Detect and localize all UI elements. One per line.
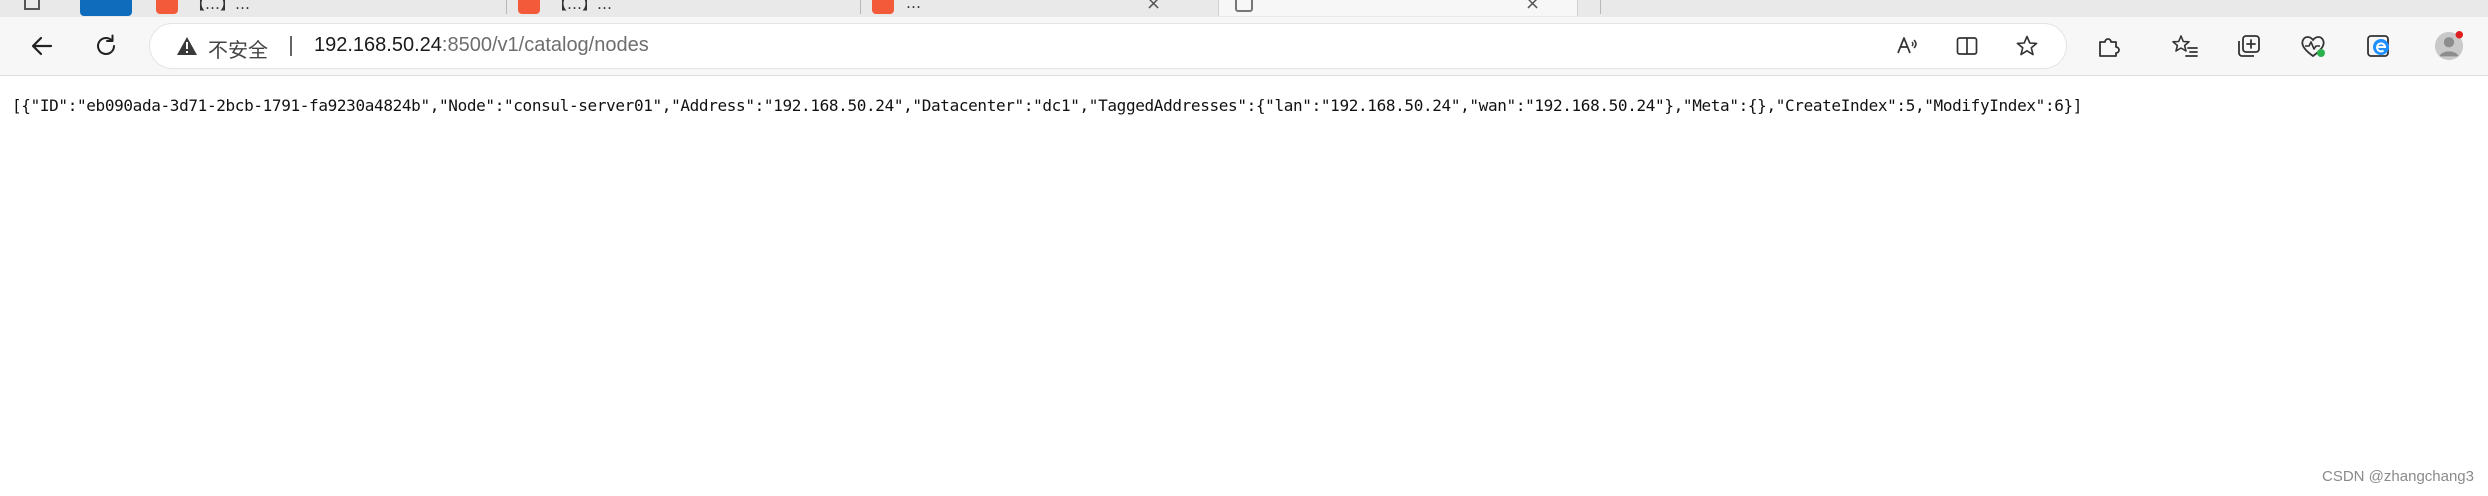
- browser-toolbar: 不安全 192.168.50.24:8500/v1/catalog/nodes: [0, 17, 2488, 76]
- favorites-button[interactable]: [2170, 31, 2200, 61]
- tab-1[interactable]: 【…】…: [146, 0, 506, 16]
- tab-3[interactable]: … ×: [862, 0, 1212, 16]
- url-text[interactable]: 192.168.50.24:8500/v1/catalog/nodes: [314, 34, 649, 57]
- warning-icon: [177, 37, 197, 55]
- url-host: 192.168.50.24: [314, 34, 442, 56]
- collections-button[interactable]: [2234, 31, 2264, 61]
- tab-1-title: 【…】…: [190, 0, 251, 13]
- profile-button[interactable]: [2434, 31, 2464, 61]
- tab-active-favicon-icon: [1235, 0, 1253, 12]
- json-response-text: [{"ID":"eb090ada-3d71-2bcb-1791-fa9230a4…: [12, 96, 2083, 115]
- tab-actions-icon: [24, 0, 40, 10]
- split-screen-button[interactable]: [1954, 33, 1980, 59]
- workspaces-button[interactable]: [80, 0, 132, 16]
- split-screen-icon: [1956, 37, 1978, 55]
- read-aloud-icon: [1897, 37, 1917, 54]
- read-aloud-button[interactable]: [1894, 33, 1920, 59]
- browser-essentials-button[interactable]: [2298, 31, 2328, 61]
- back-arrow-icon: [31, 36, 53, 56]
- tab-actions-button[interactable]: [0, 0, 60, 16]
- favorite-button[interactable]: [2014, 33, 2040, 59]
- edge-icon: [2367, 35, 2389, 57]
- url-path: :8500/v1/catalog/nodes: [441, 34, 649, 56]
- tab-2-title: 【…】…: [552, 0, 613, 13]
- extensions-button[interactable]: [2094, 31, 2124, 61]
- favorites-icon: [2172, 35, 2198, 57]
- tab-3-close-icon[interactable]: ×: [1146, 0, 1161, 14]
- collections-icon: [2238, 35, 2260, 57]
- tab-active-close-icon[interactable]: ×: [1525, 0, 1540, 14]
- security-label[interactable]: 不安全: [208, 34, 268, 63]
- csdn-favicon-icon: [872, 0, 894, 14]
- watermark: CSDN @zhangchang3: [2322, 468, 2474, 485]
- tab-3-title: …: [906, 0, 921, 12]
- csdn-favicon-icon: [518, 0, 540, 14]
- security-warning-button[interactable]: [176, 36, 198, 60]
- tab-strip: 【…】… 【…】… … × ×: [0, 0, 2488, 17]
- back-button[interactable]: [24, 28, 60, 64]
- avatar-icon: [2434, 31, 2464, 61]
- address-bar[interactable]: 不安全 192.168.50.24:8500/v1/catalog/nodes: [150, 24, 2066, 68]
- refresh-button[interactable]: [88, 28, 124, 64]
- star-icon: [2016, 35, 2038, 56]
- tab-active[interactable]: ×: [1218, 0, 1578, 16]
- heart-pulse-icon: [2301, 36, 2325, 58]
- address-separator: [290, 36, 292, 56]
- workspaces-icon: [80, 0, 132, 16]
- tab-2[interactable]: 【…】…: [508, 0, 858, 16]
- edge-button[interactable]: [2364, 31, 2394, 61]
- csdn-favicon-icon: [156, 0, 178, 14]
- puzzle-icon: [2099, 38, 2120, 57]
- refresh-icon: [97, 34, 115, 55]
